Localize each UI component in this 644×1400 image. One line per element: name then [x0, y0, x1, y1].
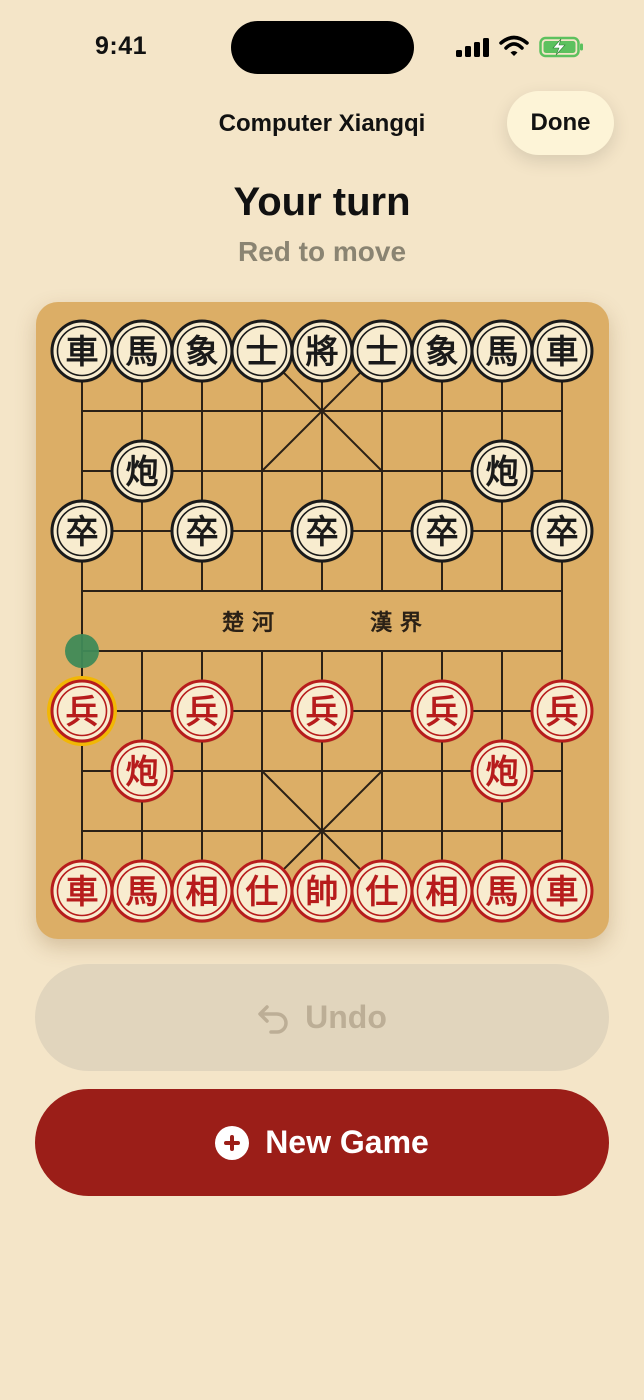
cellular-signal-icon	[456, 37, 490, 57]
red-piece[interactable]: 兵	[410, 679, 474, 743]
red-piece[interactable]: 馬	[470, 859, 534, 923]
black-piece[interactable]: 象	[170, 319, 234, 383]
black-piece[interactable]: 馬	[470, 319, 534, 383]
new-game-label: New Game	[265, 1124, 429, 1160]
grid-lines	[81, 350, 563, 892]
piece-label: 相	[426, 872, 459, 911]
piece-label: 炮	[126, 452, 159, 491]
red-piece[interactable]: 兵	[530, 679, 594, 743]
piece-label: 象	[426, 332, 459, 371]
piece-label: 士	[246, 332, 279, 371]
black-piece[interactable]: 炮	[110, 439, 174, 503]
turn-subtitle: Red to move	[237, 236, 407, 267]
xiangqi-board[interactable]: 楚 河漢 界車馬象士將士象馬車炮炮卒卒卒卒卒兵兵兵兵兵炮炮車馬相仕帥仕相馬車	[36, 302, 609, 939]
undo-label: Undo	[305, 999, 387, 1035]
piece-label: 炮	[126, 752, 159, 791]
black-piece[interactable]: 卒	[170, 499, 234, 563]
red-piece[interactable]: 兵	[170, 679, 234, 743]
piece-label: 士	[366, 332, 399, 371]
battery-charging-icon	[539, 36, 583, 58]
black-piece[interactable]: 卒	[50, 499, 114, 563]
red-piece[interactable]: 相	[170, 859, 234, 923]
done-button[interactable]: Done	[507, 91, 614, 155]
piece-label: 車	[66, 872, 99, 911]
board-grid: 楚 河漢 界車馬象士將士象馬車炮 炮卒卒卒卒卒兵兵兵兵兵炮 炮車馬相仕帥仕相馬車	[47, 319, 594, 923]
piece-label: 馬	[486, 332, 519, 371]
black-piece[interactable]: 卒	[410, 499, 474, 563]
piece-label: 卒	[546, 512, 579, 551]
red-piece[interactable]: 馬	[110, 859, 174, 923]
black-piece[interactable]: 炮	[470, 439, 534, 503]
black-piece[interactable]: 象	[410, 319, 474, 383]
piece-label: 兵	[426, 692, 459, 731]
red-piece[interactable]: 車	[530, 859, 594, 923]
piece-label: 兵	[306, 692, 339, 731]
piece-label: 車	[546, 872, 579, 911]
piece-label: 相	[186, 872, 219, 911]
red-piece[interactable]: 炮	[110, 739, 174, 803]
piece-label: 仕	[366, 872, 399, 911]
red-piece[interactable]: 兵	[290, 679, 354, 743]
black-piece[interactable]: 卒	[530, 499, 594, 563]
piece-label: 炮	[486, 752, 519, 791]
piece-label: 炮	[486, 452, 519, 491]
black-piece[interactable]: 馬	[110, 319, 174, 383]
red-piece[interactable]: 帥	[290, 859, 354, 923]
black-piece[interactable]: 卒	[290, 499, 354, 563]
black-piece[interactable]: 士	[350, 319, 414, 383]
piece-label: 仕	[246, 872, 279, 911]
plus-circle-icon	[215, 1125, 250, 1160]
piece-label: 將	[306, 332, 339, 371]
piece-label: 兵	[546, 692, 579, 731]
piece-label: 馬	[126, 872, 159, 911]
red-piece[interactable]: 仕	[230, 859, 294, 923]
piece-label: 卒	[186, 512, 219, 551]
piece-label: 卒	[306, 512, 339, 551]
black-piece[interactable]: 將	[290, 319, 354, 383]
new-game-button[interactable]: New Game	[35, 1089, 609, 1196]
black-piece[interactable]: 車	[530, 319, 594, 383]
status-bar: 9:41	[0, 0, 644, 92]
piece-label: 馬	[126, 332, 159, 371]
piece-label: 兵	[66, 692, 99, 731]
black-piece[interactable]: 車	[50, 319, 114, 383]
piece-label: 帥	[306, 872, 339, 911]
piece-label: 卒	[66, 512, 99, 551]
undo-button[interactable]: Undo	[35, 964, 609, 1071]
piece-label: 車	[66, 332, 99, 371]
piece-label: 象	[186, 332, 219, 371]
piece-label: 車	[546, 332, 579, 371]
red-piece[interactable]: 炮	[470, 739, 534, 803]
river-label-right: 漢 界	[370, 610, 422, 636]
red-piece[interactable]: 相	[410, 859, 474, 923]
piece-label: 兵	[186, 692, 219, 731]
red-piece[interactable]: 兵	[47, 676, 117, 746]
dynamic-island	[231, 21, 414, 74]
turn-title: Your turn	[233, 180, 411, 224]
red-piece[interactable]: 車	[50, 859, 114, 923]
river-label-left: 楚 河	[222, 611, 274, 636]
piece-label: 馬	[486, 872, 519, 911]
undo-arrow-icon	[258, 1004, 288, 1034]
move-hint-dot[interactable]	[65, 634, 99, 668]
black-piece[interactable]: 士	[230, 319, 294, 383]
red-piece[interactable]: 仕	[350, 859, 414, 923]
wifi-icon	[499, 35, 529, 57]
status-time: 9:41	[95, 32, 148, 60]
piece-label: 卒	[426, 512, 459, 551]
